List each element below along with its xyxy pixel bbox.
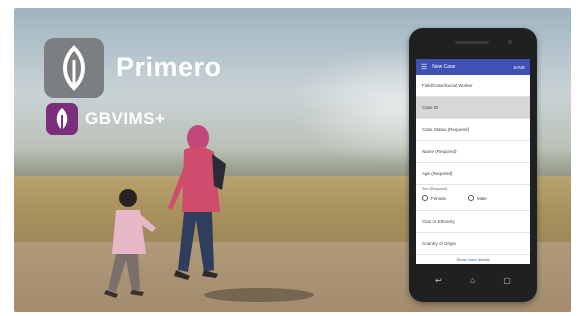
field-label: Field/Case/Social Worker [422, 83, 473, 88]
phone-screen: ☰ New Case SAVE Field/Case/Social Worker… [416, 59, 530, 264]
field-country-origin[interactable]: Country of Origin [416, 233, 530, 255]
show-more-link[interactable]: Show more details [416, 255, 530, 264]
field-social-worker[interactable]: Field/Case/Social Worker [416, 75, 530, 97]
child-figure [104, 189, 156, 298]
primero-leaf-icon [63, 45, 85, 91]
field-label: Age (Required) [422, 171, 453, 176]
field-label: Case ID [422, 105, 439, 110]
radio-label: Female [431, 195, 447, 201]
field-label: Country of Origin [422, 241, 457, 246]
gbvims-title: GBVIMS+ [85, 109, 166, 128]
gbvims-leaf-icon [56, 108, 68, 130]
radio-circle-icon [422, 195, 428, 201]
field-case-status[interactable]: Case Status (Required) [416, 119, 530, 141]
app-bar: ☰ New Case SAVE [416, 59, 530, 75]
field-case-id[interactable]: Case ID [416, 97, 530, 119]
primero-logo [44, 38, 104, 98]
field-age[interactable]: Age (Required) [416, 163, 530, 185]
recents-icon[interactable]: ▢ [503, 276, 511, 285]
menu-icon[interactable]: ☰ [421, 63, 427, 71]
field-label: Name (Required) [422, 149, 457, 154]
primero-title: Primero [116, 52, 222, 82]
back-icon[interactable]: ↩ [435, 276, 442, 285]
hero-photo: Primero GBVIMS+ ☰ New Case SAVE Field/Ca… [14, 8, 571, 312]
radio-male[interactable]: Male [468, 195, 487, 201]
radio-circle-icon [468, 195, 475, 201]
android-nav-bar: ↩ ⌂ ▢ [421, 273, 525, 287]
field-sex: Sex (Required) Female Male [416, 185, 530, 211]
app-bar-title: New Case [432, 64, 456, 70]
field-label: Case Status (Required) [422, 127, 470, 132]
home-icon[interactable]: ⌂ [470, 276, 475, 285]
field-clan-ethnicity[interactable]: Clan or Ethnicity [416, 211, 530, 233]
phone-camera [508, 40, 512, 44]
woman-figure [168, 125, 226, 280]
sex-label: Sex (Required) [422, 187, 448, 191]
field-label: Clan or Ethnicity [422, 219, 455, 224]
gbvims-logo [46, 103, 78, 135]
radio-female[interactable]: Female [422, 195, 446, 201]
ground-shadow [204, 288, 314, 302]
save-button[interactable]: SAVE [513, 65, 525, 70]
phone-speaker [455, 41, 489, 44]
phone-mockup: ☰ New Case SAVE Field/Case/Social Worker… [409, 28, 537, 302]
radio-label: Male [477, 195, 487, 201]
field-name[interactable]: Name (Required) [416, 141, 530, 163]
